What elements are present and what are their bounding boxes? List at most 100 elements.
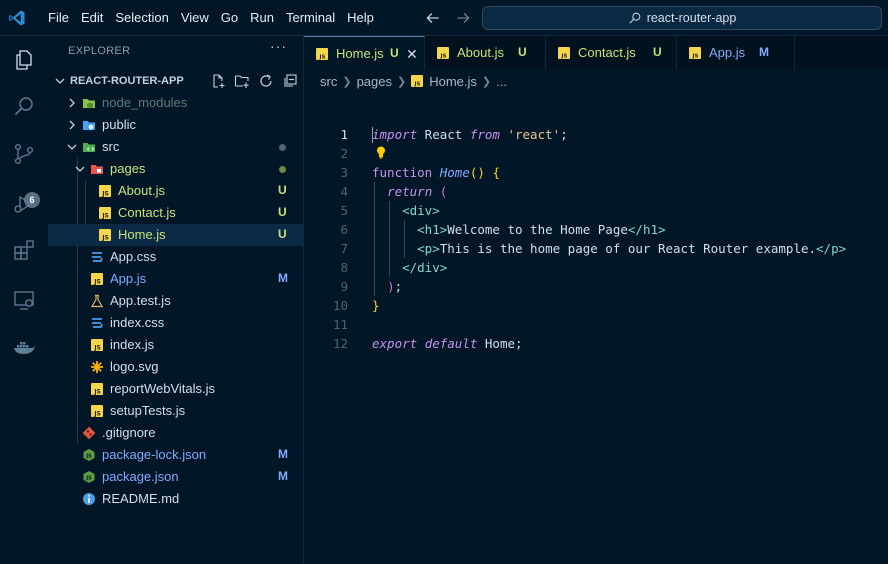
code-token: () <box>469 165 485 180</box>
code-token: </h1> <box>627 222 666 237</box>
tree-item-app-js[interactable]: JS App.js M <box>48 268 304 290</box>
tree-item-package-lock-json[interactable]: JS package-lock.json M <box>48 444 304 466</box>
line-number-gutter: 1 2 3 4 5 6 7 8 9 10 11 12 <box>304 125 348 353</box>
tab-contact-js[interactable]: JS Contact.js U <box>546 36 677 70</box>
tree-item-package-lock-json-label: package-lock.json <box>102 447 207 462</box>
tree-item-pages[interactable]: pages <box>48 158 304 180</box>
svg-text:JS: JS <box>414 82 421 88</box>
tree-item-logo-svg[interactable]: logo.svg <box>48 356 304 378</box>
code-token: default <box>424 336 478 351</box>
tree-item-contact-js-label: Contact.js <box>118 205 176 220</box>
menu-help[interactable]: Help <box>341 0 380 36</box>
refresh-icon[interactable] <box>258 73 274 89</box>
menu-go[interactable]: Go <box>215 0 244 36</box>
remote-explorer-icon[interactable] <box>12 288 36 312</box>
js-file-icon: JS <box>99 229 111 242</box>
menu-selection[interactable]: Selection <box>109 0 174 36</box>
tab-label: Contact.js <box>578 45 636 60</box>
node-folder-icon <box>83 99 95 109</box>
menu-run[interactable]: Run <box>244 0 280 36</box>
modified-dot-icon <box>279 166 286 173</box>
menu-terminal[interactable]: Terminal <box>280 0 341 36</box>
menu-edit[interactable]: Edit <box>75 0 109 36</box>
tree-item-setuptests-js[interactable]: JS setupTests.js <box>48 400 304 422</box>
tree-item-node-modules[interactable]: node_modules <box>48 92 304 114</box>
tree-item-home-js[interactable]: JS Home.js U <box>48 224 304 246</box>
text-cursor <box>372 127 373 143</box>
code-line: } <box>372 296 846 315</box>
tree-item-contact-js[interactable]: JS Contact.js U <box>48 202 304 224</box>
command-center-search[interactable]: react-router-app <box>482 6 882 30</box>
tree-item-app-test-js[interactable]: App.test.js <box>48 290 304 312</box>
breadcrumb-src[interactable]: src <box>320 74 337 89</box>
breadcrumb-symbol[interactable]: ... <box>496 74 507 89</box>
code-line: import React from 'react'; <box>372 125 846 144</box>
code-token: <h1> <box>417 222 448 237</box>
docker-icon[interactable] <box>12 336 36 360</box>
breadcrumb-separator-icon: ❯ <box>342 75 352 88</box>
js-file-icon: JS <box>558 47 570 59</box>
explorer-sidebar: EXPLORER ··· REACT-ROUTER-APP node_modul… <box>48 36 304 564</box>
modified-dot-icon <box>279 144 286 151</box>
tree-item-app-css[interactable]: App.css <box>48 246 304 268</box>
svg-text:JS: JS <box>439 54 446 60</box>
breadcrumb-file[interactable]: Home.js <box>429 74 477 89</box>
breadcrumb-pages[interactable]: pages <box>357 74 392 89</box>
line-number: 12 <box>332 336 348 351</box>
tree-item-index-js[interactable]: JS index.js <box>48 334 304 356</box>
code-line: <h1>Welcome to the Home Page</h1> <box>372 220 846 239</box>
line-number: 1 <box>340 127 348 142</box>
tree-item-src[interactable]: src <box>48 136 304 158</box>
close-tab-icon[interactable]: ✕ <box>406 46 418 63</box>
tab-about-js[interactable]: JS About.js U <box>425 36 546 70</box>
css-file-icon <box>92 318 103 328</box>
tree-item-about-js[interactable]: JS About.js U <box>48 180 304 202</box>
tree-item-gitignore[interactable]: .gitignore <box>48 422 304 444</box>
chevron-right-icon <box>69 98 75 108</box>
git-file-icon <box>82 426 96 440</box>
navigation-arrows <box>424 9 472 27</box>
tree-item-reportwebvitals-js[interactable]: JS reportWebVitals.js <box>48 378 304 400</box>
more-actions-button[interactable]: ··· <box>270 38 287 54</box>
svg-text:JS: JS <box>101 235 109 242</box>
tree-item-gitignore-label: .gitignore <box>102 425 156 440</box>
tab-git-status: U <box>653 45 662 59</box>
code-token: { <box>492 165 500 180</box>
code-token: <p> <box>417 241 440 256</box>
arrow-left-icon[interactable] <box>424 9 442 27</box>
lightbulb-icon[interactable] <box>374 145 388 159</box>
tree-item-readme-md[interactable]: README.md <box>48 488 304 510</box>
code-token: ) <box>387 279 395 294</box>
svg-text:JS: JS <box>318 55 325 61</box>
search-icon[interactable] <box>12 94 36 118</box>
code-token: React <box>417 127 470 142</box>
tree-item-package-json[interactable]: JS package.json M <box>48 466 304 488</box>
extensions-icon[interactable] <box>12 238 36 262</box>
new-file-icon[interactable] <box>210 73 226 89</box>
tree-item-index-js-label: index.js <box>110 337 155 352</box>
code-token: ( <box>439 184 448 199</box>
code-line: <p>This is the home page of our React Ro… <box>372 239 846 258</box>
source-control-icon[interactable] <box>12 142 36 166</box>
tab-app-js[interactable]: JS App.js M <box>677 36 795 70</box>
arrow-right-icon[interactable] <box>454 9 472 27</box>
tree-item-public[interactable]: public <box>48 114 304 136</box>
collapse-all-icon[interactable] <box>282 73 298 89</box>
activity-bar: 6 <box>0 36 48 564</box>
line-number: 10 <box>332 298 348 313</box>
new-folder-icon[interactable] <box>234 73 250 89</box>
search-icon <box>629 12 641 24</box>
git-status-badge: M <box>278 469 288 483</box>
tab-home-js[interactable]: JS Home.js U ✕ <box>304 36 425 70</box>
info-file-icon <box>83 493 95 505</box>
code-token: } <box>372 298 380 313</box>
tree-item-index-css[interactable]: index.css <box>48 312 304 334</box>
explorer-files-icon[interactable] <box>12 48 36 72</box>
run-debug-icon[interactable] <box>12 192 36 216</box>
code-editor[interactable]: 1 2 3 4 5 6 7 8 9 10 11 12 import React from 'react… <box>304 92 888 564</box>
git-status-badge: U <box>278 227 287 241</box>
menu-file[interactable]: File <box>42 0 75 36</box>
title-bar: File Edit Selection View Go Run Terminal Help r… <box>0 0 888 36</box>
menu-view[interactable]: View <box>175 0 215 36</box>
